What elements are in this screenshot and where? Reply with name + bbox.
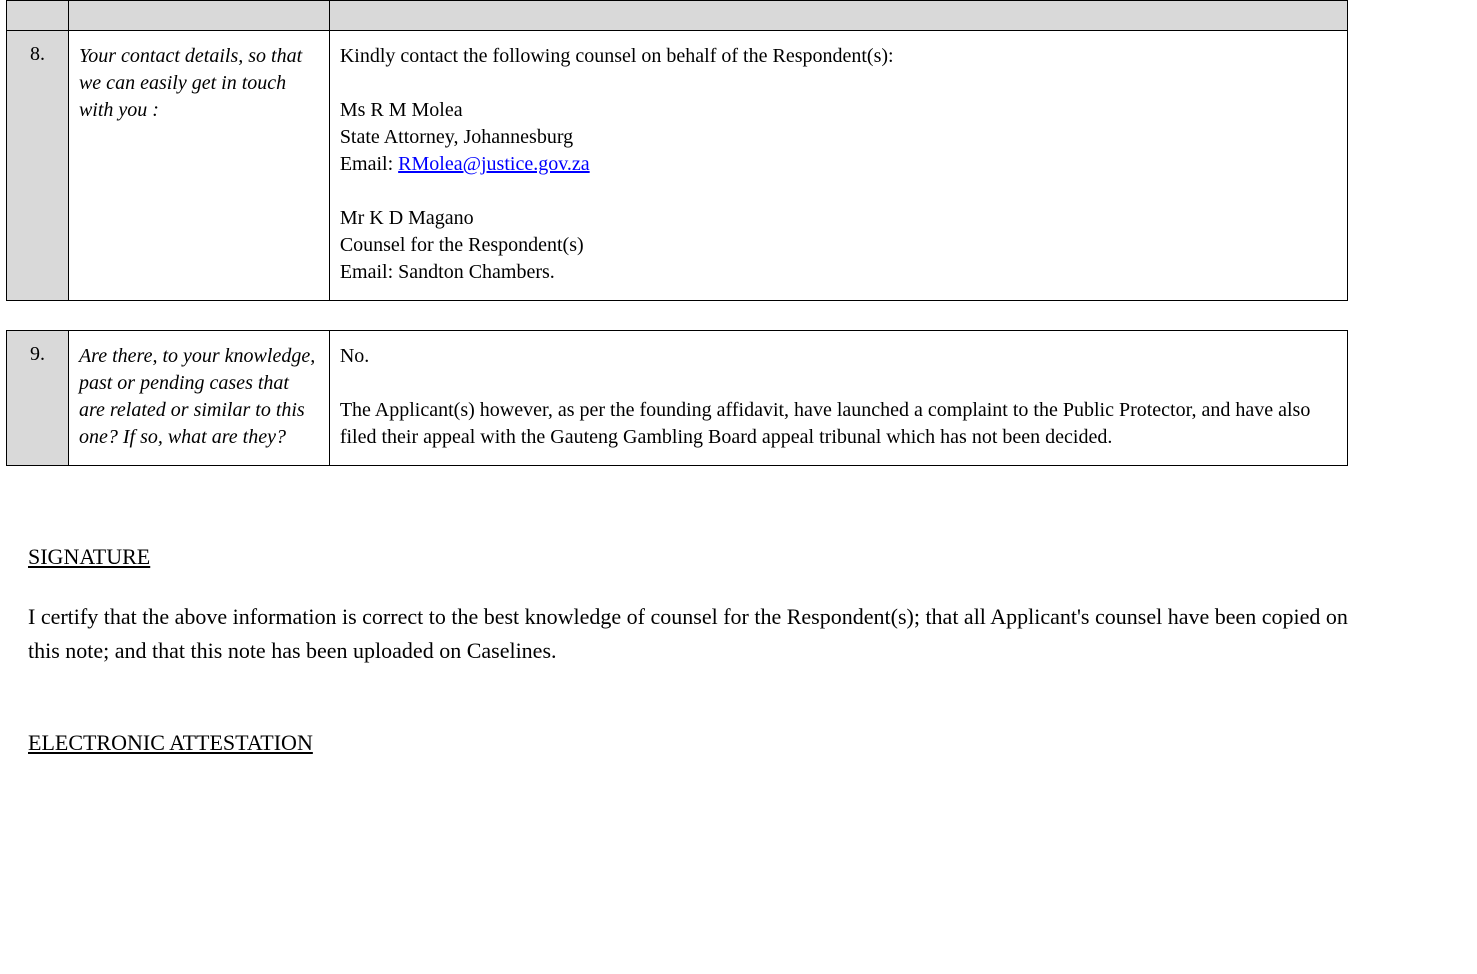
table-row: 9. Are there, to your knowledge, past or… — [7, 331, 1348, 466]
practice-note-table: 8. Your contact details, so that we can … — [6, 0, 1348, 466]
row-number: 8. — [7, 31, 69, 301]
email-link[interactable]: RMolea@justice.gov.za — [398, 153, 590, 175]
row-content: Kindly contact the following counsel on … — [340, 43, 1337, 286]
row-label: Your contact details, so that we can eas… — [79, 43, 319, 124]
signature-body: I certify that the above information is … — [28, 600, 1348, 668]
row-content: No. The Applicant(s) however, as per the… — [340, 343, 1337, 451]
row-number: 9. — [7, 331, 69, 466]
signature-heading: SIGNATURE — [28, 544, 1471, 570]
table-header-row — [7, 1, 1348, 31]
table-row: 8. Your contact details, so that we can … — [7, 31, 1348, 301]
row-label: Are there, to your knowledge, past or pe… — [79, 343, 319, 451]
attestation-heading: ELECTRONIC ATTESTATION — [28, 730, 1471, 756]
attestation-section: ELECTRONIC ATTESTATION — [6, 730, 1471, 756]
table-gap-row — [7, 301, 1348, 331]
signature-section: SIGNATURE I certify that the above infor… — [6, 544, 1471, 668]
